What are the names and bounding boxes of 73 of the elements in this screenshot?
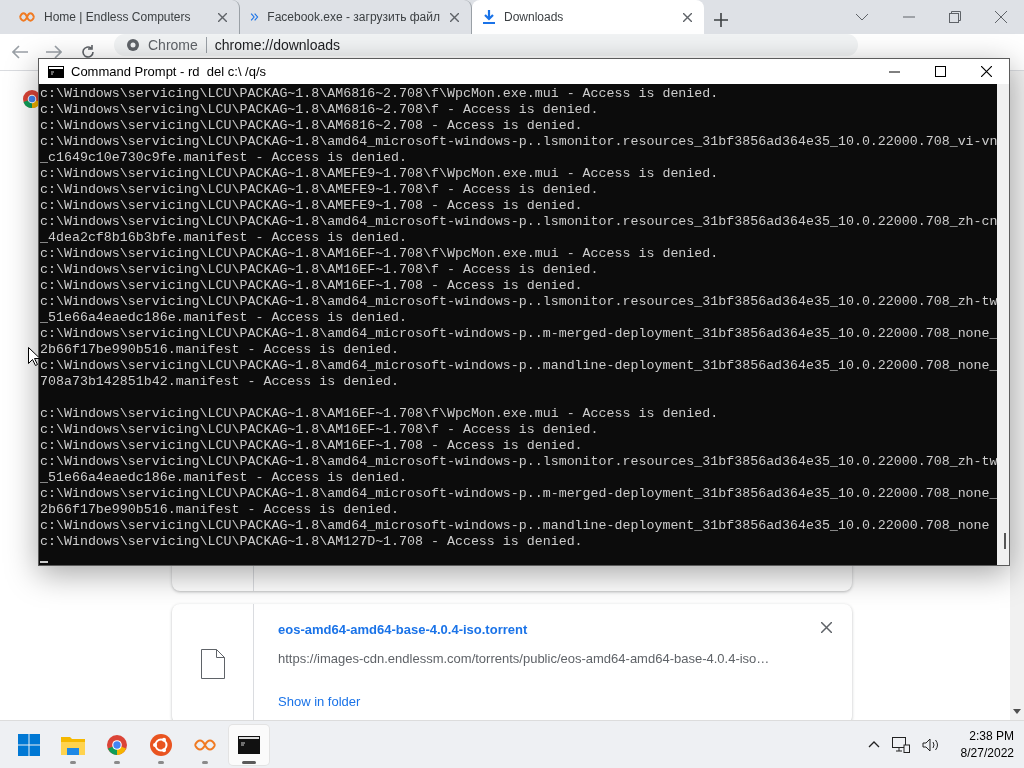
- clock-date[interactable]: 8/27/2022: [960, 744, 1014, 762]
- console-line: c:\Windows\servicing\LCU\PACKAG~1.8\amd64_microsoft-windows-p..lsmonitor.resources_31bf3856ad364e35_10.0.22000.708_vi-vn: [40, 134, 997, 150]
- taskbar-app[interactable]: [229, 724, 269, 765]
- console-line: c:\Windows\servicing\LCU\PACKAG~1.8\AM16EF~1.708 - Access is denied.: [40, 438, 583, 454]
- file-icon: [200, 649, 225, 679]
- reload-icon[interactable]: [80, 44, 96, 60]
- console-line: _51e66a4eaedc186e.manifest - Access is denied.: [40, 470, 408, 486]
- chrome-logo-icon: [106, 733, 128, 756]
- console-line: c:\Windows\servicing\LCU\PACKAG~1.8\AM6816~2.708\f\WpcMon.exe.mui - Access is denied.: [40, 86, 719, 102]
- console-line: _4dea2cf8b16b3bfe.manifest - Access is denied.: [40, 230, 408, 246]
- console-line: c:\Windows\servicing\LCU\PACKAG~1.8\AM16EF~1.708 - Access is denied.: [40, 278, 583, 294]
- scroll-down-icon[interactable]: [1013, 709, 1021, 714]
- maximize-icon: [934, 66, 946, 77]
- infinity-icon: [18, 11, 36, 23]
- console-line: c:\Windows\servicing\LCU\PACKAG~1.8\AMEFE9~1.708\f - Access is denied.: [40, 182, 599, 198]
- network-icon[interactable]: [891, 736, 910, 753]
- console-line: c:\Windows\servicing\LCU\PACKAG~1.8\AM16EF~1.708\f - Access is denied.: [40, 262, 599, 278]
- url-text: chrome://downloads: [214, 37, 341, 53]
- console-line: c:\Windows\servicing\LCU\PACKAG~1.8\AM127D~1.708 - Access is denied.: [40, 534, 583, 550]
- console-line: c:\Windows\servicing\LCU\PACKAG~1.8\AM16EF~1.708\f\WpcMon.exe.mui - Access is denied.: [40, 246, 719, 262]
- forward-icon[interactable]: [46, 45, 62, 59]
- console-line: c:\Windows\servicing\LCU\PACKAG~1.8\AMEFE9~1.708 - Access is denied.: [40, 198, 583, 214]
- console-line: c:\Windows\servicing\LCU\PACKAG~1.8\AM6816~2.708 - Access is denied.: [40, 118, 583, 134]
- circle-of-friends-icon: [150, 733, 172, 756]
- console-line: _51e66a4eaedc186e.manifest - Access is denied.: [40, 310, 408, 326]
- console-line: c:\Windows\servicing\LCU\PACKAG~1.8\amd64_microsoft-windows-p..lsmonitor.resources_31bf3856ad364e35_10.0.22000.708_zh-tw: [40, 454, 997, 470]
- download-icon: [482, 9, 496, 25]
- chevron-up-icon[interactable]: [867, 741, 880, 748]
- chevron-down-icon[interactable]: [855, 13, 869, 21]
- console-line: c:\Windows\servicing\LCU\PACKAG~1.8\AM6816~2.708\f - Access is denied.: [40, 102, 599, 118]
- site-label: Chrome: [148, 37, 198, 53]
- scrollbar[interactable]: [1010, 71, 1024, 720]
- show-in-folder-link[interactable]: Show in folder: [278, 694, 361, 709]
- chrome-logo-icon: [126, 38, 140, 52]
- close-tab-button[interactable]: [448, 10, 461, 24]
- infinity-icon: [193, 737, 217, 752]
- restore-icon[interactable]: [949, 11, 961, 23]
- window-title: Command Prompt - rd del c:\ /q/s: [71, 64, 267, 79]
- console-line: c:\Windows\servicing\LCU\PACKAG~1.8\amd64_microsoft-windows-p..mandline-deployment_31bf3856ad364e35_10.0.22000.708_none: [40, 518, 990, 534]
- console-line: c:\Windows\servicing\LCU\PACKAG~1.8\AMEFE9~1.708\f\WpcMon.exe.mui - Access is denied.: [40, 166, 719, 182]
- volume-icon[interactable]: [921, 737, 939, 752]
- address-bar[interactable]: Chrome chrome://downloads: [114, 34, 858, 56]
- console-line: c:\Windows\servicing\LCU\PACKAG~1.8\amd64_microsoft-windows-p..lsmonitor.resources_31bf3856ad364e35_10.0.22000.708_zh-tw: [40, 294, 997, 310]
- close-icon: [218, 12, 227, 22]
- clock-time[interactable]: 2:38 PM: [969, 727, 1014, 745]
- source-url: https://images-cdn.endlessm.com/torrents/public/eos-amd64-amd64-base-4.0.4-iso…: [278, 651, 771, 666]
- console-line: 708a73b142851b42.manifest - Access is denied.: [40, 374, 400, 390]
- close-tab-button[interactable]: [681, 10, 694, 24]
- console-line: c:\Windows\servicing\LCU\PACKAG~1.8\AM16EF~1.708\f - Access is denied.: [40, 422, 599, 438]
- close-icon: [980, 66, 992, 77]
- new-tab-icon[interactable]: [714, 13, 728, 27]
- console-line: c:\Windows\servicing\LCU\PACKAG~1.8\amd64_microsoft-windows-p..lsmonitor.resources_31bf3856ad364e35_10.0.22000.708_zh-cn: [40, 214, 997, 230]
- console-icon: [238, 735, 260, 754]
- file-link[interactable]: eos-amd64-amd64-base-4.0.4-iso.torrent: [278, 622, 528, 637]
- console-line: 2b66f17be990b516.manifest - Access is denied.: [40, 342, 400, 358]
- console-line: 2b66f17be990b516.manifest - Access is denied.: [40, 502, 400, 518]
- console-line: _c1649c10e730c9fe.manifest - Access is denied.: [40, 150, 408, 166]
- console-line: c:\Windows\servicing\LCU\PACKAG~1.8\amd64_microsoft-windows-p..mandline-deployment_31bf3856ad364e35_10.0.22000.708_none_: [40, 358, 997, 374]
- close-icon[interactable]: [995, 11, 1007, 23]
- scroll-thumb[interactable]: [1004, 533, 1006, 549]
- console-line: c:\Windows\servicing\LCU\PACKAG~1.8\AM16EF~1.708\f\WpcMon.exe.mui - Access is denied.: [40, 406, 719, 422]
- close-icon: [683, 12, 692, 22]
- close-tab-button[interactable]: [216, 10, 229, 24]
- close-icon: [450, 12, 459, 22]
- console-line: c:\Windows\servicing\LCU\PACKAG~1.8\amd64_microsoft-windows-p..m-merged-deployment_31bf3856ad364e35_10.0.22000.708_none_: [40, 326, 997, 342]
- console-icon: [48, 65, 64, 78]
- console-line: c:\Windows\servicing\LCU\PACKAG~1.8\amd64_microsoft-windows-p..m-merged-deployment_31bf3856ad364e35_10.0.22000.708_none_: [40, 486, 997, 502]
- folder-icon: [61, 734, 85, 755]
- back-icon[interactable]: [12, 45, 28, 59]
- close-icon[interactable]: [821, 622, 832, 633]
- scrollbar[interactable]: [997, 84, 1009, 565]
- windows-logo-icon: [18, 733, 40, 756]
- browser-tab[interactable]: Downloads: [472, 0, 704, 34]
